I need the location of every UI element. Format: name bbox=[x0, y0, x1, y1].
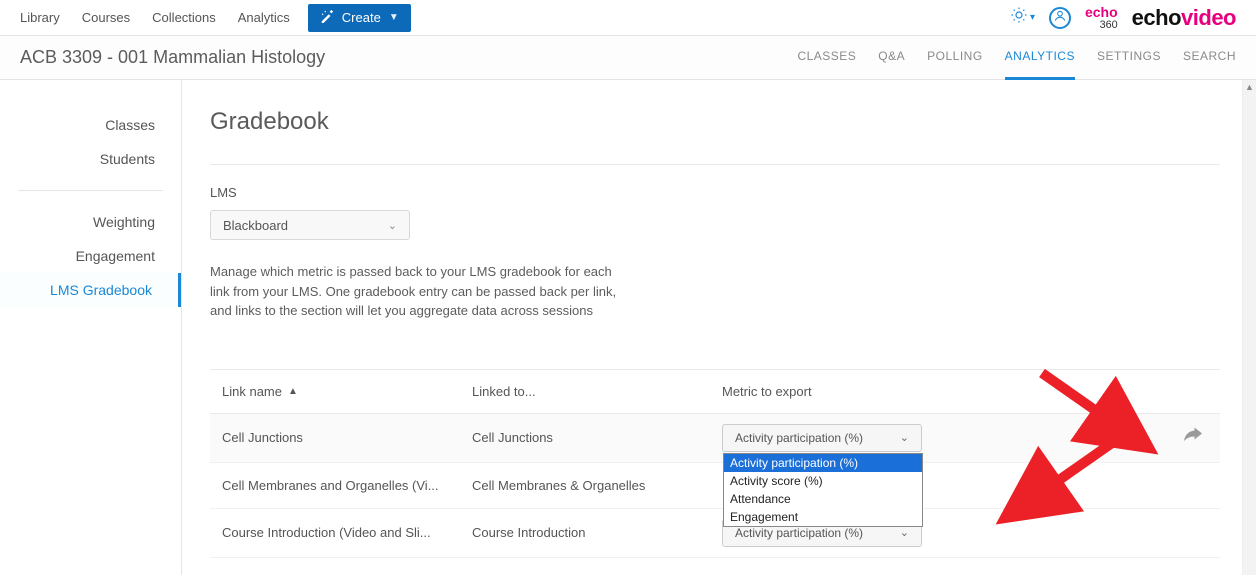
tab-qa[interactable]: Q&A bbox=[878, 36, 905, 80]
tab-classes[interactable]: CLASSES bbox=[797, 36, 856, 80]
lms-value: Blackboard bbox=[223, 218, 288, 233]
user-avatar[interactable] bbox=[1049, 7, 1071, 29]
cell-link-name: Cell Junctions bbox=[222, 430, 472, 445]
metric-value: Activity participation (%) bbox=[735, 431, 863, 445]
nav-courses[interactable]: Courses bbox=[82, 10, 130, 25]
top-nav: Library Courses Collections Analytics bbox=[20, 10, 290, 25]
table-row: Cell Membranes and Organelles (Vi... Cel… bbox=[210, 463, 1220, 509]
sidebar: Classes Students Weighting Engagement LM… bbox=[0, 80, 182, 575]
gradebook-table: Link name ▲ Linked to... Metric to expor… bbox=[210, 369, 1220, 558]
tab-analytics[interactable]: ANALYTICS bbox=[1005, 36, 1075, 80]
gear-icon bbox=[1010, 6, 1028, 29]
dropdown-option[interactable]: Activity score (%) bbox=[724, 472, 922, 490]
sidebar-item-weighting[interactable]: Weighting bbox=[0, 205, 181, 239]
layout: Classes Students Weighting Engagement LM… bbox=[0, 80, 1256, 575]
tab-search[interactable]: SEARCH bbox=[1183, 36, 1236, 80]
scroll-up-icon[interactable]: ▲ bbox=[1243, 80, 1256, 94]
dropdown-option[interactable]: Engagement bbox=[724, 508, 922, 526]
top-bar: Library Courses Collections Analytics Cr… bbox=[0, 0, 1256, 36]
col-link-name-label: Link name bbox=[222, 384, 282, 399]
table-row: Cell Junctions Cell Junctions Activity p… bbox=[210, 414, 1220, 463]
dropdown-option[interactable]: Activity participation (%) bbox=[724, 454, 922, 472]
metric-select[interactable]: Activity participation (%) ⌄ Activity pa… bbox=[722, 424, 922, 452]
scrollbar[interactable]: ▲ bbox=[1242, 80, 1256, 575]
sidebar-item-students[interactable]: Students bbox=[0, 142, 181, 176]
nav-collections[interactable]: Collections bbox=[152, 10, 216, 25]
sub-header: ACB 3309 - 001 Mammalian Histology CLASS… bbox=[0, 36, 1256, 80]
echovideo-logo: echovideo bbox=[1132, 5, 1236, 31]
help-text: Manage which metric is passed back to yo… bbox=[210, 262, 630, 321]
wand-icon bbox=[320, 9, 334, 26]
divider bbox=[210, 164, 1220, 165]
table-row: Course Introduction (Video and Sli... Co… bbox=[210, 509, 1220, 558]
create-button[interactable]: Create ▼ bbox=[308, 4, 411, 32]
share-icon[interactable] bbox=[1184, 427, 1202, 448]
nav-library[interactable]: Library bbox=[20, 10, 60, 25]
cell-link-name: Cell Membranes and Organelles (Vi... bbox=[222, 478, 472, 493]
col-metric[interactable]: Metric to export bbox=[722, 384, 1012, 399]
lms-label: LMS bbox=[210, 185, 1220, 200]
chevron-down-icon: ⌄ bbox=[388, 219, 397, 232]
nav-analytics[interactable]: Analytics bbox=[238, 10, 290, 25]
content: Gradebook LMS Blackboard ⌄ Manage which … bbox=[182, 80, 1256, 575]
sidebar-item-engagement[interactable]: Engagement bbox=[0, 239, 181, 273]
echo360-small-logo: echo 360 bbox=[1085, 5, 1118, 31]
cell-linked-to: Cell Junctions bbox=[472, 430, 722, 445]
sort-asc-icon: ▲ bbox=[288, 386, 298, 397]
tab-settings[interactable]: SETTINGS bbox=[1097, 36, 1161, 80]
settings-menu[interactable]: ▾ bbox=[1010, 6, 1035, 29]
table-header: Link name ▲ Linked to... Metric to expor… bbox=[210, 369, 1220, 414]
sidebar-item-classes[interactable]: Classes bbox=[0, 108, 181, 142]
course-title: ACB 3309 - 001 Mammalian Histology bbox=[20, 47, 325, 68]
caret-down-icon: ▾ bbox=[1030, 12, 1035, 23]
metric-value: Activity participation (%) bbox=[735, 526, 863, 540]
lms-select[interactable]: Blackboard ⌄ bbox=[210, 210, 410, 240]
section-tabs: CLASSES Q&A POLLING ANALYTICS SETTINGS S… bbox=[797, 36, 1236, 80]
metric-dropdown: Activity participation (%) Activity scor… bbox=[723, 453, 923, 527]
sidebar-item-lms-gradebook[interactable]: LMS Gradebook bbox=[0, 273, 181, 307]
cell-linked-to: Course Introduction bbox=[472, 525, 722, 540]
dropdown-option[interactable]: Attendance bbox=[724, 490, 922, 508]
col-link-name[interactable]: Link name ▲ bbox=[222, 384, 472, 399]
col-linked-to[interactable]: Linked to... bbox=[472, 384, 722, 399]
page-title: Gradebook bbox=[210, 108, 1220, 136]
chevron-down-icon: ⌄ bbox=[900, 431, 909, 444]
tab-polling[interactable]: POLLING bbox=[927, 36, 983, 80]
top-bar-right: ▾ echo 360 echovideo bbox=[1010, 5, 1236, 31]
sidebar-divider bbox=[18, 190, 163, 191]
caret-down-icon: ▼ bbox=[389, 12, 399, 23]
cell-link-name: Course Introduction (Video and Sli... bbox=[222, 525, 472, 540]
user-icon bbox=[1053, 9, 1067, 26]
create-label: Create bbox=[342, 10, 381, 25]
cell-linked-to: Cell Membranes & Organelles bbox=[472, 478, 722, 493]
chevron-down-icon: ⌄ bbox=[900, 526, 909, 539]
